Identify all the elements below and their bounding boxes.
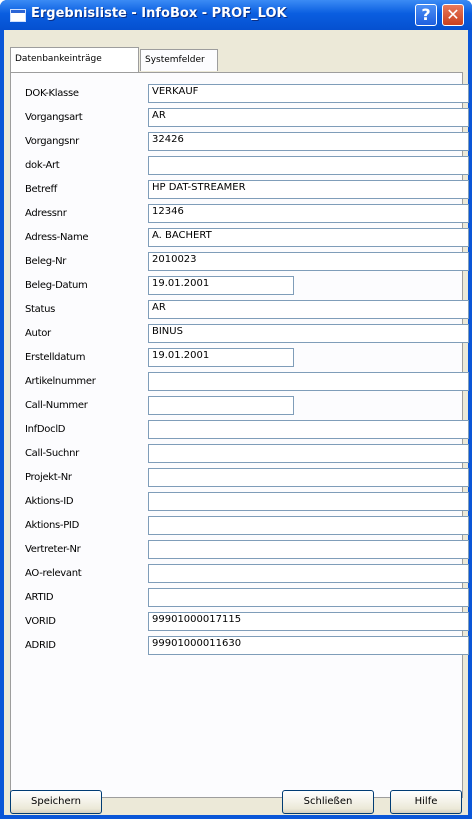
beleg-nr-field[interactable]: 2010023 [148,252,469,271]
status-field[interactable]: AR [148,300,469,319]
projekt-nr-field[interactable] [148,468,469,487]
field-label-artid: ARTID [25,592,54,603]
fields-panel: DOK-Klasse VERKAUF Vorgangsart AR Vorgan… [10,72,469,798]
dok-klasse-field[interactable]: VERKAUF [148,84,469,103]
dialog-client-area: Datenbankeinträge Systemfelder DOK-Klass… [4,30,469,815]
call-nummer-field[interactable] [148,396,294,415]
field-label-aktions-id: Aktions-ID [25,496,74,507]
field-label-vorgangsart: Vorgangsart [25,112,83,123]
close-button[interactable]: Schließen [282,790,374,814]
field-label-vorid: VORID [25,616,56,627]
adrid-field[interactable]: 99901000011630 [148,636,469,655]
ao-relevant-field[interactable] [148,564,469,583]
erstelldatum-field[interactable]: 19.01.2001 [148,348,294,367]
help-button[interactable]: Hilfe [390,790,462,814]
field-label-autor: Autor [25,328,51,339]
window-app-icon [10,9,26,22]
field-label-adressnr: Adressnr [25,208,67,219]
betreff-field[interactable]: HP DAT-STREAMER [148,180,469,199]
field-label-dok-klasse: DOK-Klasse [25,88,79,99]
field-label-adrid: ADRID [25,640,56,651]
field-label-projekt-nr: Projekt-Nr [25,472,72,483]
artid-field[interactable] [148,588,469,607]
help-title-button[interactable]: ? [415,4,437,26]
adressnr-field[interactable]: 12346 [148,204,469,223]
field-label-dok-art: dok-Art [25,160,60,171]
aktions-id-field[interactable] [148,492,469,511]
field-label-call-suchnr: Call-Suchnr [25,448,79,459]
save-button[interactable]: Speichern [10,790,102,814]
field-label-infdocid: InfDoclD [25,424,66,435]
field-label-erstelldatum: Erstelldatum [25,352,86,363]
field-label-beleg-datum: Beleg-Datum [25,280,88,291]
beleg-datum-field[interactable]: 19.01.2001 [148,276,294,295]
infobox-window: Ergebnisliste - InfoBox - PROF_LOK ? ✕ D… [0,0,472,819]
field-label-adress-name: Adress-Name [25,232,89,243]
aktions-pid-field[interactable] [148,516,469,535]
vorgangsart-field[interactable]: AR [148,108,469,127]
window-title: Ergebnisliste - InfoBox - PROF_LOK [31,6,287,21]
infdocid-field[interactable] [148,420,469,439]
field-label-artikelnummer: Artikelnummer [25,376,96,387]
title-bar[interactable]: Ergebnisliste - InfoBox - PROF_LOK ? ✕ [0,0,472,30]
field-label-vorgangsnr: Vorgangsnr [25,136,79,147]
field-label-betreff: Betreff [25,184,57,195]
vorgangsnr-field[interactable]: 32426 [148,132,469,151]
field-label-aktions-pid: Aktions-PID [25,520,79,531]
tab-datenbankeintraege[interactable]: Datenbankeinträge [10,47,139,72]
field-label-beleg-nr: Beleg-Nr [25,256,67,267]
dok-art-field[interactable] [148,156,469,175]
tab-systemfelder[interactable]: Systemfelder [140,49,218,71]
field-label-call-nummer: Call-Nummer [25,400,88,411]
close-window-button[interactable]: ✕ [442,4,464,26]
field-label-vertreter-nr: Vertreter-Nr [25,544,81,555]
vorid-field[interactable]: 99901000017115 [148,612,469,631]
artikelnummer-field[interactable] [148,372,469,391]
vertreter-nr-field[interactable] [148,540,469,559]
field-label-ao-relevant: AO-relevant [25,568,82,579]
field-label-status: Status [25,304,56,315]
adress-name-field[interactable]: A. BACHERT [148,228,469,247]
autor-field[interactable]: BINUS [148,324,469,343]
call-suchnr-field[interactable] [148,444,469,463]
